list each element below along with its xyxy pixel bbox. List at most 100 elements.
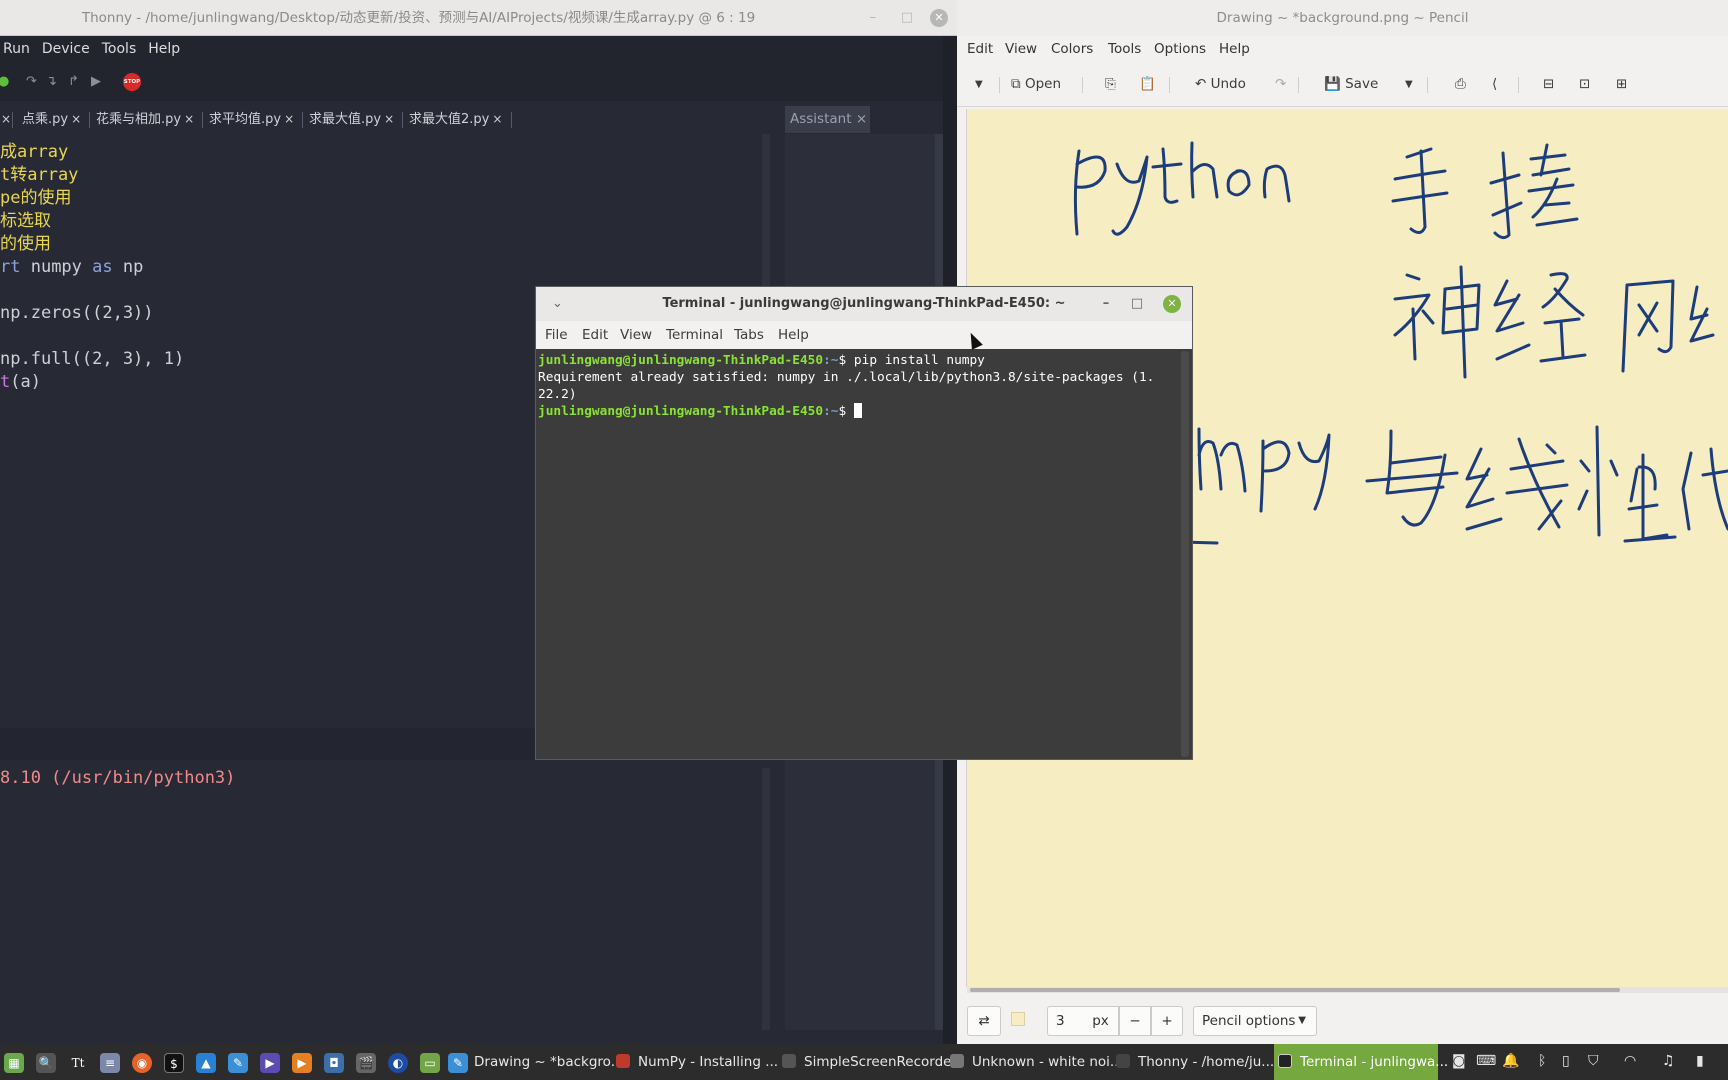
apps-menu-icon[interactable]: ▦: [4, 1053, 24, 1073]
menu-edit[interactable]: Edit: [967, 36, 993, 63]
tab-close-icon[interactable]: ×: [384, 112, 394, 126]
new-dropdown-icon[interactable]: ▼: [975, 79, 983, 90]
window-menu-icon[interactable]: ⌄: [552, 287, 563, 321]
camera-icon[interactable]: ◙: [1452, 1053, 1466, 1069]
swap-colors-icon[interactable]: ⇄: [967, 1006, 1001, 1036]
close-icon[interactable]: ✕: [930, 9, 948, 27]
menu-options[interactable]: Options: [1154, 36, 1206, 63]
terminal-titlebar[interactable]: ⌄ Terminal - junlingwang@junlingwang-Thi…: [536, 287, 1192, 321]
menu-tools[interactable]: Tools: [102, 41, 137, 57]
menu-help[interactable]: Help: [148, 41, 180, 57]
menu-help[interactable]: Help: [778, 321, 809, 349]
undo-button[interactable]: ↶ Undo: [1195, 76, 1246, 92]
firefox-icon[interactable]: ◉: [132, 1053, 152, 1073]
menu-edit[interactable]: Edit: [582, 321, 608, 349]
tab-file[interactable]: 求最大值.py ×: [305, 106, 394, 133]
tab-file[interactable]: 花乘与相加.py ×: [92, 106, 194, 133]
battery-icon[interactable]: ▮: [1696, 1053, 1704, 1069]
tab-close-icon[interactable]: ×: [492, 112, 502, 126]
screenshot-icon[interactable]: ◘: [324, 1053, 344, 1073]
terminal-output[interactable]: junlingwang@junlingwang-ThinkPad-E450:~$…: [536, 349, 1180, 759]
keyboard-icon[interactable]: ⌨: [1476, 1053, 1496, 1069]
tab-close-icon[interactable]: ×: [71, 112, 81, 126]
pencil-options-dropdown[interactable]: Pencil options ▼: [1193, 1006, 1317, 1036]
search-icon[interactable]: 🔍: [36, 1053, 56, 1073]
font-manager-icon[interactable]: Tt: [68, 1053, 88, 1073]
pencil-app-icon[interactable]: ✎: [448, 1053, 468, 1073]
resume-icon[interactable]: ▶: [91, 74, 101, 89]
shell-scrollbar[interactable]: [762, 768, 770, 1030]
task-browser[interactable]: NumPy - Installing ...: [612, 1044, 778, 1080]
open-button[interactable]: ⧉ Open: [1011, 76, 1061, 92]
paste-icon[interactable]: ⎘: [1105, 76, 1116, 92]
tab-file[interactable]: 求平均值.py ×: [205, 106, 294, 133]
menu-device[interactable]: Device: [42, 41, 90, 57]
redo-icon[interactable]: ↷: [1275, 76, 1286, 92]
tab-close-icon[interactable]: ×: [184, 112, 194, 126]
pencil-titlebar[interactable]: Drawing ~ *background.png ~ Pencil: [957, 0, 1728, 36]
step-into-icon[interactable]: ↴: [46, 74, 57, 89]
canvas-hscrollbar[interactable]: [967, 987, 1728, 993]
minimize-icon[interactable]: –: [863, 8, 883, 28]
media-player-icon[interactable]: ▶: [260, 1053, 280, 1073]
tab-close-icon[interactable]: ×: [284, 112, 294, 126]
menu-file[interactable]: File: [545, 321, 568, 349]
print-icon[interactable]: ⎙: [1455, 76, 1466, 92]
menu-help[interactable]: Help: [1219, 36, 1250, 63]
size-decrease-button[interactable]: −: [1119, 1006, 1151, 1036]
color-swatch[interactable]: [1005, 1006, 1031, 1036]
bluetooth-icon[interactable]: ᛒ: [1538, 1053, 1546, 1069]
save-button[interactable]: 💾 Save: [1324, 76, 1378, 92]
thonny-titlebar[interactable]: Thonny - /home/junlingwang/Desktop/动态更新/…: [0, 0, 957, 36]
save-dropdown-icon[interactable]: ▼: [1405, 79, 1413, 90]
brush-size-input[interactable]: 3: [1047, 1006, 1083, 1036]
menu-view[interactable]: View: [620, 321, 652, 349]
menu-run[interactable]: Run: [3, 41, 30, 57]
zoom-original-icon[interactable]: ⊡: [1579, 76, 1590, 92]
task-pencil[interactable]: Drawing ~ *backgro...: [470, 1044, 624, 1080]
terminal-icon[interactable]: $: [164, 1053, 184, 1073]
size-increase-button[interactable]: +: [1151, 1006, 1183, 1036]
scroll-thumb[interactable]: [970, 988, 1620, 992]
step-out-icon[interactable]: ↱: [68, 74, 79, 89]
stop-icon[interactable]: STOP: [123, 73, 141, 91]
tab-close-icon[interactable]: ×: [856, 111, 867, 127]
close-icon[interactable]: ✕: [1163, 295, 1181, 313]
task-screenrecorder[interactable]: SimpleScreenRecorder: [778, 1044, 957, 1080]
music-note-icon[interactable]: ♫: [1662, 1053, 1675, 1069]
task-terminal[interactable]: Terminal - junlingwa...: [1274, 1044, 1448, 1080]
menu-tools[interactable]: Tools: [1108, 36, 1141, 63]
clipboard-icon[interactable]: ▯: [1562, 1053, 1570, 1069]
zoom-in-icon[interactable]: ⊞: [1616, 76, 1627, 92]
tab-close-partial[interactable]: ×: [0, 106, 11, 133]
menu-colors[interactable]: Colors: [1051, 36, 1093, 63]
files-icon[interactable]: ▭: [420, 1053, 440, 1073]
notifications-icon[interactable]: 🔔: [1502, 1053, 1519, 1069]
tab-file-active[interactable]: 求最大值2.py ×: [405, 106, 502, 133]
editor-icon[interactable]: ✎: [228, 1053, 248, 1073]
maximize-icon[interactable]: □: [1127, 294, 1147, 314]
menu-terminal[interactable]: Terminal: [666, 321, 723, 349]
share-icon[interactable]: ⟨: [1492, 76, 1497, 92]
shell-pane[interactable]: 8.10 (/usr/bin/python3): [0, 760, 770, 1030]
debug-icon[interactable]: ●: [0, 74, 9, 89]
task-thonny[interactable]: Thonny - /home/ju...: [1112, 1044, 1274, 1080]
wifi-icon[interactable]: ◠: [1624, 1053, 1636, 1069]
clipboard-icon[interactable]: 📋: [1139, 76, 1156, 92]
step-over-icon[interactable]: ↷: [26, 74, 37, 89]
menu-tabs[interactable]: Tabs: [734, 321, 764, 349]
photos-icon[interactable]: ▲: [196, 1053, 216, 1073]
maximize-icon[interactable]: □: [897, 8, 917, 28]
menu-view[interactable]: View: [1005, 36, 1037, 63]
tab-assistant[interactable]: Assistant ×: [785, 106, 870, 133]
zoom-out-icon[interactable]: ⊟: [1543, 76, 1554, 92]
app-icon[interactable]: ◐: [388, 1053, 408, 1073]
notes-icon[interactable]: ≡: [100, 1053, 120, 1073]
video-icon[interactable]: ▶: [292, 1053, 312, 1073]
minimize-icon[interactable]: –: [1096, 294, 1116, 314]
clapper-icon[interactable]: 🎬: [356, 1053, 376, 1073]
shield-icon[interactable]: ⛉: [1588, 1053, 1599, 1069]
terminal-scrollbar[interactable]: [1181, 351, 1189, 757]
task-music[interactable]: Unknown - white noi...: [946, 1044, 1123, 1080]
tab-file[interactable]: 点乘.py ×: [18, 106, 81, 133]
